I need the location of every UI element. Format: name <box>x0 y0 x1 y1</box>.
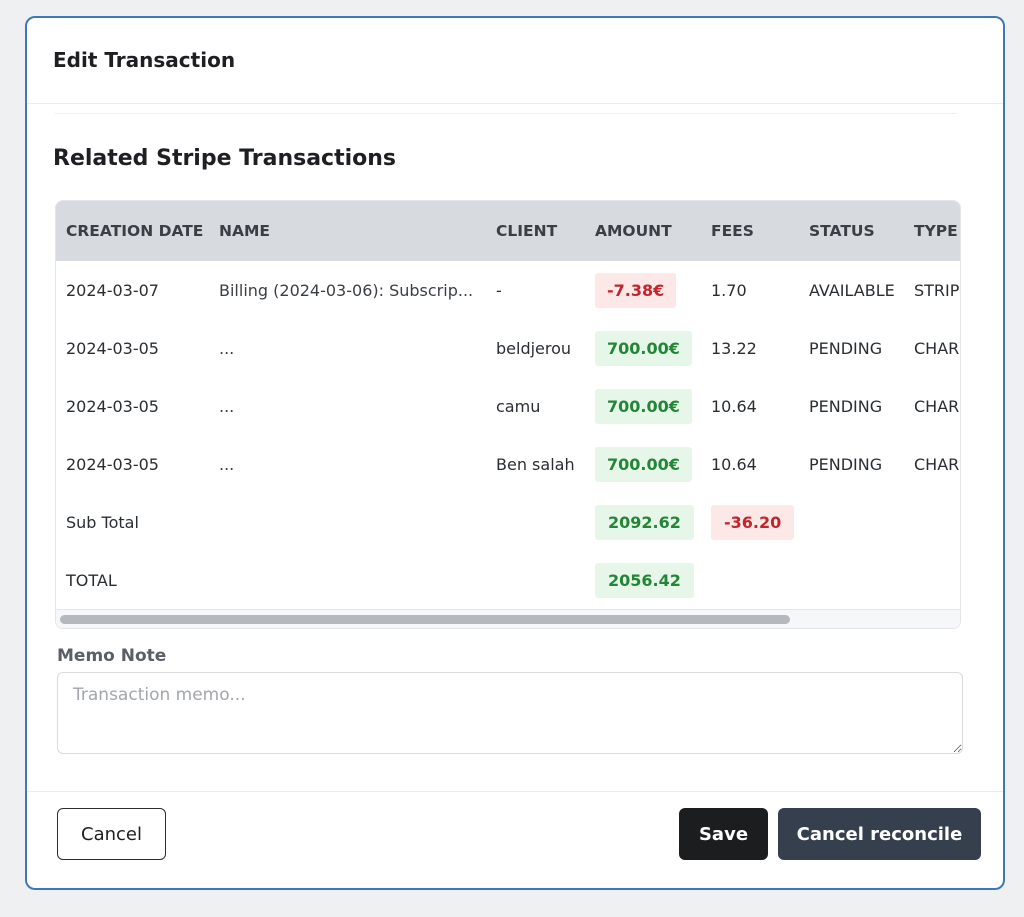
cell-client: camu <box>496 396 541 416</box>
empty-cell <box>486 551 585 609</box>
memo-note-textarea[interactable] <box>57 672 963 754</box>
edit-transaction-modal: Edit Transaction Related Stripe Transact… <box>25 16 1005 890</box>
column-header-name[interactable]: NAME <box>209 201 486 261</box>
table-row[interactable]: 2024-03-05 ... beldjerou 700.00€ 13.22 P… <box>56 319 960 377</box>
cancel-reconcile-button[interactable]: Cancel reconcile <box>778 808 981 860</box>
divider <box>55 113 957 114</box>
cell-status: PENDING <box>809 338 883 358</box>
subtotal-amount-cell: 2092.62 <box>585 493 701 551</box>
column-header-status[interactable]: STATUS <box>799 201 904 261</box>
cell-type: CHAR <box>914 454 960 474</box>
total-label: TOTAL <box>66 570 117 590</box>
subtotal-label: Sub Total <box>66 512 139 532</box>
amount-badge: -7.38€ <box>595 272 677 308</box>
table-row[interactable]: 2024-03-05 ... Ben salah 700.00€ 10.64 P… <box>56 435 960 493</box>
amount-badge: 700.00€ <box>595 388 692 424</box>
cell-fees: 10.64 <box>711 454 757 474</box>
column-header-fees[interactable]: FEES <box>701 201 799 261</box>
cell-amount: -7.38€ <box>585 261 701 319</box>
cell-type: CHAR <box>914 396 960 416</box>
cell-fees: 13.22 <box>711 338 757 358</box>
total-amount-cell: 2056.42 <box>585 551 701 609</box>
amount-badge: 700.00€ <box>595 330 692 366</box>
total-amount-badge: 2056.42 <box>595 562 694 598</box>
save-button[interactable]: Save <box>679 808 768 860</box>
subtotal-amount-badge: 2092.62 <box>595 504 694 540</box>
subtotal-row: Sub Total 2092.62 -36.20 <box>56 493 960 551</box>
subtotal-fees-badge: -36.20 <box>711 504 795 540</box>
cell-client: beldjerou <box>496 338 572 358</box>
table-header-row: CREATION DATE NAME CLIENT AMOUNT FEES ST… <box>56 201 960 261</box>
cell-status: PENDING <box>809 396 883 416</box>
subtotal-fees-cell: -36.20 <box>701 493 799 551</box>
column-header-amount[interactable]: AMOUNT <box>585 201 701 261</box>
cell-date: 2024-03-05 <box>66 338 159 358</box>
total-row: TOTAL 2056.42 <box>56 551 960 609</box>
cell-status: AVAILABLE <box>809 280 895 300</box>
cell-name: ... <box>219 338 235 358</box>
cell-date: 2024-03-05 <box>66 396 159 416</box>
cell-name: ... <box>219 454 235 474</box>
empty-cell <box>904 493 960 551</box>
cell-fees: 10.64 <box>711 396 757 416</box>
empty-cell <box>799 551 904 609</box>
cell-fees: 1.70 <box>711 280 747 300</box>
table-row[interactable]: 2024-03-05 ... camu 700.00€ 10.64 PENDIN… <box>56 377 960 435</box>
cell-client: Ben salah <box>496 454 575 474</box>
empty-cell <box>799 493 904 551</box>
cell-amount: 700.00€ <box>585 377 701 435</box>
cell-date: 2024-03-07 <box>66 280 159 300</box>
cell-type: CHAR <box>914 338 960 358</box>
table-row[interactable]: 2024-03-07 Billing (2024-03-06): Subscri… <box>56 261 960 319</box>
modal-header: Edit Transaction <box>27 18 1003 104</box>
empty-cell <box>904 551 960 609</box>
cell-client: - <box>496 280 502 300</box>
footer-divider <box>27 791 1003 792</box>
empty-cell <box>209 493 486 551</box>
horizontal-scrollbar[interactable] <box>56 609 960 628</box>
cell-name: ... <box>219 396 235 416</box>
modal-title: Edit Transaction <box>53 48 236 72</box>
cell-type: STRIP <box>914 280 960 300</box>
column-header-client[interactable]: CLIENT <box>486 201 585 261</box>
empty-cell <box>701 551 799 609</box>
column-header-creation-date[interactable]: CREATION DATE <box>56 201 209 261</box>
transactions-table-container[interactable]: CREATION DATE NAME CLIENT AMOUNT FEES ST… <box>55 200 961 629</box>
amount-badge: 700.00€ <box>595 446 692 482</box>
empty-cell <box>209 551 486 609</box>
section-title: Related Stripe Transactions <box>53 146 397 171</box>
cell-name: Billing (2024-03-06): Subscrip... <box>219 280 474 300</box>
scrollbar-thumb[interactable] <box>60 615 790 624</box>
empty-cell <box>486 493 585 551</box>
cancel-button[interactable]: Cancel <box>57 808 166 860</box>
memo-note-label: Memo Note <box>57 646 167 666</box>
cell-date: 2024-03-05 <box>66 454 159 474</box>
cell-status: PENDING <box>809 454 883 474</box>
cell-amount: 700.00€ <box>585 319 701 377</box>
transactions-table: CREATION DATE NAME CLIENT AMOUNT FEES ST… <box>56 201 960 609</box>
column-header-type[interactable]: TYPE <box>904 201 960 261</box>
cell-amount: 700.00€ <box>585 435 701 493</box>
